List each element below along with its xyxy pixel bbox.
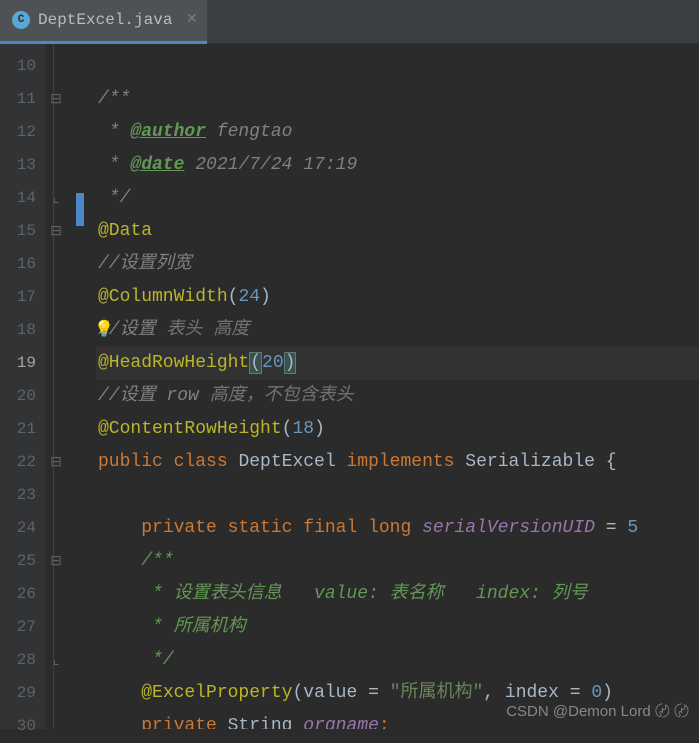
fold-mark <box>46 50 66 83</box>
fold-open-icon[interactable]: ⊟ <box>46 446 66 479</box>
code-line: */ <box>96 182 699 215</box>
tab-deptexcel[interactable]: C DeptExcel.java × <box>0 0 207 44</box>
fold-mark <box>46 479 66 512</box>
fold-mark <box>46 347 66 380</box>
line-number: 20 <box>0 380 46 413</box>
code-line: 💡//设置 表头 高度 <box>96 314 699 347</box>
line-number-active: 19 <box>0 347 46 380</box>
line-number: 14 <box>0 182 46 215</box>
line-number: 16 <box>0 248 46 281</box>
code-line: /** <box>96 83 699 116</box>
line-number: 23 <box>0 479 46 512</box>
code-line: * @date 2021/7/24 17:19 <box>96 149 699 182</box>
fold-mark <box>46 380 66 413</box>
code-area[interactable]: /** * @author fengtao * @date 2021/7/24 … <box>96 44 699 729</box>
line-number: 24 <box>0 512 46 545</box>
code-line <box>96 50 699 83</box>
code-line: //设置列宽 <box>96 248 699 281</box>
watermark-text: CSDN @Demon Lord 〄 〄 <box>506 700 689 721</box>
fold-mark <box>46 710 66 743</box>
code-line: * 所属机构 <box>96 611 699 644</box>
caret-gutter-mark <box>76 193 84 226</box>
line-number: 18 <box>0 314 46 347</box>
fold-open-icon[interactable]: ⊟ <box>46 83 66 116</box>
line-number: 22 <box>0 446 46 479</box>
code-line <box>96 479 699 512</box>
code-line: /** <box>96 545 699 578</box>
indent-gutter <box>66 44 96 729</box>
line-number: 17 <box>0 281 46 314</box>
code-line-current: @HeadRowHeight(20) <box>96 347 699 380</box>
line-number-gutter: 10 11 12 13 14 15 16 17 18 19 20 21 22 2… <box>0 44 46 729</box>
fold-mark <box>46 281 66 314</box>
line-number: 26 <box>0 578 46 611</box>
close-icon[interactable]: × <box>186 10 197 30</box>
code-line: @ColumnWidth(24) <box>96 281 699 314</box>
fold-mark <box>46 248 66 281</box>
code-line: * 设置表头信息 value: 表名称 index: 列号 <box>96 578 699 611</box>
line-number: 30 <box>0 710 46 743</box>
line-number: 15 <box>0 215 46 248</box>
line-number: 11 <box>0 83 46 116</box>
code-line: public class DeptExcel implements Serial… <box>96 446 699 479</box>
tab-label: DeptExcel.java <box>38 11 172 29</box>
code-line: */ <box>96 644 699 677</box>
line-number: 21 <box>0 413 46 446</box>
tab-bar: C DeptExcel.java × <box>0 0 699 44</box>
fold-mark <box>46 578 66 611</box>
fold-open-icon[interactable]: ⊟ <box>46 545 66 578</box>
line-number: 29 <box>0 677 46 710</box>
line-number: 13 <box>0 149 46 182</box>
code-line: //设置 row 高度，不包含表头 <box>96 380 699 413</box>
fold-close-icon[interactable]: ⌞ <box>46 644 66 677</box>
intention-bulb-icon[interactable]: 💡 <box>96 321 113 339</box>
fold-mark <box>46 512 66 545</box>
line-number: 10 <box>0 50 46 83</box>
line-number: 28 <box>0 644 46 677</box>
line-number: 12 <box>0 116 46 149</box>
fold-gutter: ⊟ ⌞ ⊟ ⊟ ⊟ ⌞ <box>46 44 66 729</box>
fold-mark <box>46 116 66 149</box>
code-line: @ContentRowHeight(18) <box>96 413 699 446</box>
fold-mark <box>46 611 66 644</box>
editor[interactable]: 10 11 12 13 14 15 16 17 18 19 20 21 22 2… <box>0 44 699 729</box>
fold-open-icon[interactable]: ⊟ <box>46 215 66 248</box>
fold-mark <box>46 149 66 182</box>
fold-mark <box>46 413 66 446</box>
code-line: private static final long serialVersionU… <box>96 512 699 545</box>
code-line: * @author fengtao <box>96 116 699 149</box>
code-line: @Data <box>96 215 699 248</box>
line-number: 25 <box>0 545 46 578</box>
line-number: 27 <box>0 611 46 644</box>
fold-close-icon[interactable]: ⌞ <box>46 182 66 215</box>
java-class-icon: C <box>12 11 30 29</box>
fold-mark <box>46 314 66 347</box>
fold-mark <box>46 677 66 710</box>
